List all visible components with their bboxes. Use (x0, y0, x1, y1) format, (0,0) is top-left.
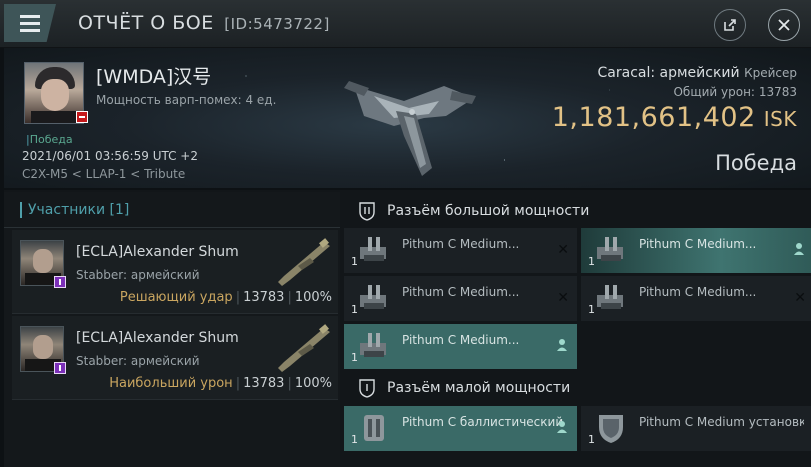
battle-outcome: Победа (715, 151, 797, 175)
result-label-text: Победа (29, 133, 73, 146)
participants-header-label: Участники [1] (28, 202, 130, 218)
attacker-row[interactable]: [ECLA]Alexander Shum Stabber: армейский … (12, 230, 338, 314)
dropped-person-icon (557, 339, 567, 351)
module-quantity: 1 (351, 351, 358, 364)
total-damage-label: Общий урон: (673, 85, 755, 99)
module-name: Pithum C Medium... (639, 285, 757, 299)
alpha-clone-badge-icon (54, 276, 66, 288)
attacker-percent: 100% (294, 376, 332, 391)
module-quantity: 1 (588, 303, 595, 316)
ship-render[interactable] (334, 56, 484, 181)
total-damage: Общий урон: 13783 (673, 85, 797, 99)
module-name: Pithum C баллистический (402, 415, 564, 429)
attacker-name[interactable]: [ECLA]Alexander Shum (76, 330, 239, 346)
victim-portrait[interactable] (24, 62, 84, 124)
module-item[interactable]: 1 Pithum C Medium... ✕ (344, 276, 577, 321)
hamburger-menu-icon[interactable] (4, 4, 56, 42)
warp-disruption-info: Мощность варп-помех: 4 ед. (96, 93, 277, 107)
turret-icon (597, 237, 623, 261)
module-item[interactable]: 1 Pithum C баллистический (344, 406, 577, 451)
isk-value: 1,181,661,402 ISK (552, 102, 797, 133)
window-title: ОТЧЁТ О БОЕ [ID:5473722] (78, 12, 330, 34)
alpha-clone-badge-icon (54, 362, 66, 374)
turret-icon (360, 237, 386, 261)
module-item[interactable]: 1 Pithum C Medium... ✕ (581, 276, 811, 321)
module-name: Pithum C Medium... (639, 237, 757, 251)
kill-timestamp: 2021/06/01 03:56:59 UTC +2 (22, 149, 198, 163)
isk-unit: ISK (763, 107, 797, 131)
attacker-role: Наибольший урон (109, 376, 233, 391)
module-item[interactable]: 1 Pithum C Medium установк... (581, 406, 811, 451)
close-button[interactable] (768, 9, 800, 41)
destroyed-x-icon: ✕ (557, 290, 569, 306)
module-quantity: 1 (588, 255, 595, 268)
result-label: |Победа (26, 133, 73, 146)
module-quantity: 1 (351, 433, 358, 446)
attacker-row[interactable]: [ECLA]Alexander Shum Stabber: армейский … (12, 316, 338, 400)
module-quantity: 1 (588, 433, 595, 446)
participants-header[interactable]: Участники [1] (4, 192, 340, 228)
report-id: [ID:5473722] (224, 15, 330, 33)
module-name: Pithum C Medium... (402, 333, 520, 347)
shield-extender-icon (599, 415, 623, 443)
close-icon (778, 19, 790, 31)
participants-panel: Участники [1] [ECLA]Alexander Shum Stabb… (4, 192, 340, 467)
ballistic-control-icon (364, 415, 384, 441)
kill-header-banner: [WMDA]汉号 Мощность варп-помех: 4 ед. |Поб… (4, 48, 811, 188)
attacker-damage: 13783 (243, 290, 285, 305)
total-damage-value: 13783 (758, 85, 797, 99)
victim-ship[interactable]: Caracal: армейский Крейсер (598, 65, 798, 81)
dropped-person-icon (794, 243, 804, 255)
high-slot-header: Разъём большой мощности (344, 194, 811, 228)
module-quantity: 1 (351, 303, 358, 316)
share-button[interactable] (714, 9, 746, 41)
module-item[interactable]: 1 Pithum C Medium... ✕ (344, 228, 577, 273)
attacker-ship: Stabber: армейский (76, 354, 200, 368)
attacker-damage: 13783 (243, 376, 285, 391)
turret-icon (360, 285, 386, 309)
low-slot-label: Разъём малой мощности (387, 380, 571, 396)
module-item[interactable]: 1 Pithum C Medium... (344, 324, 577, 369)
module-quantity: 1 (351, 255, 358, 268)
module-name: Pithum C Medium... (402, 237, 520, 251)
attacker-name[interactable]: [ECLA]Alexander Shum (76, 244, 239, 260)
high-slot-label: Разъём большой мощности (387, 203, 590, 219)
attacker-role: Решающий удар (119, 290, 233, 305)
high-slot-icon (359, 202, 375, 221)
ship-class: Крейсер (744, 66, 797, 80)
destroyed-x-icon: ✕ (557, 242, 569, 258)
destroyed-x-icon: ✕ (794, 290, 806, 306)
kill-location[interactable]: C2X-M5 < LLAP-1 < Tribute (22, 167, 185, 181)
isk-amount: 1,181,661,402 (551, 102, 756, 133)
module-name: Pithum C Medium установк... (639, 415, 804, 429)
dropped-person-icon (557, 421, 567, 433)
attacker-percent: 100% (294, 290, 332, 305)
weapon-icon[interactable] (270, 322, 334, 374)
low-slot-header: Разъём малой мощности (344, 371, 811, 405)
victim-name[interactable]: [WMDA]汉号 (96, 62, 211, 89)
attacker-stats: Наибольший урон | 13783 | 100% (109, 376, 332, 391)
window-title-text: ОТЧЁТ О БОЕ (78, 12, 214, 34)
fitting-panel: Разъём большой мощности 1 Pithum C Mediu… (344, 192, 811, 467)
weapon-icon[interactable] (270, 236, 334, 288)
share-icon (724, 19, 736, 31)
turret-icon (597, 285, 623, 309)
ship-name: Caracal: армейский (597, 65, 740, 81)
title-bar: ОТЧЁТ О БОЕ [ID:5473722] (0, 0, 811, 48)
module-item[interactable]: 1 Pithum C Medium... (581, 228, 811, 273)
attacker-ship: Stabber: армейский (76, 268, 200, 282)
module-name: Pithum C Medium... (402, 285, 520, 299)
turret-icon (360, 333, 386, 357)
low-slot-icon (359, 379, 375, 398)
attacker-stats: Решающий удар | 13783 | 100% (119, 290, 332, 305)
standing-flag-icon (76, 111, 88, 123)
